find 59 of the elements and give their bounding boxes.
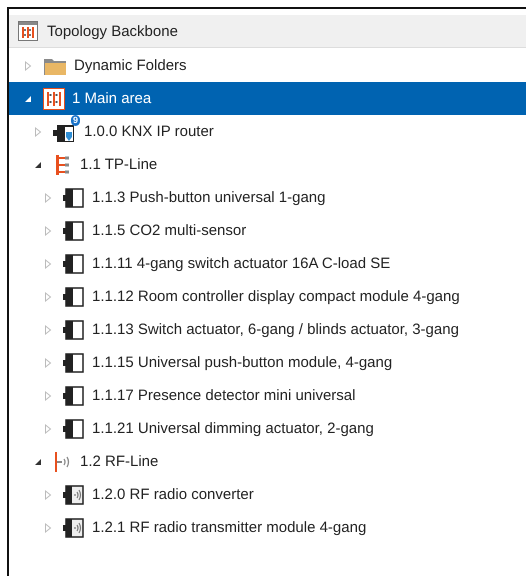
tree-item-label: 1.1.13 Switch actuator, 6-gang / blinds actuator, 3-gang (92, 321, 459, 338)
expand-arrow-icon[interactable] (43, 292, 53, 302)
area-icon (43, 88, 65, 110)
device-icon (63, 320, 85, 340)
tree-item[interactable]: 1.1.15 Universal push-button module, 4-gang (9, 346, 526, 379)
expand-arrow-icon[interactable] (43, 424, 53, 434)
device-icon (63, 188, 85, 208)
tree-item-label: 1.1.5 CO2 multi-sensor (92, 222, 246, 239)
tree-item-label: 1.1.17 Presence detector mini universal (92, 387, 356, 404)
radio-device-icon (63, 484, 85, 504)
tree-item[interactable]: 1.1.17 Presence detector mini universal (9, 379, 526, 412)
device-icon (63, 286, 85, 306)
collapse-arrow-icon[interactable] (23, 94, 33, 104)
tree-item[interactable]: 1.1.21 Universal dimming actuator, 2-gang (9, 412, 526, 445)
expand-arrow-icon[interactable] (33, 126, 43, 136)
tree-item[interactable]: 1 Main area (9, 82, 526, 115)
device-icon (63, 386, 85, 406)
collapse-arrow-icon[interactable] (33, 160, 43, 170)
device-icon (63, 220, 85, 240)
tree-item[interactable]: 1.1.13 Switch actuator, 6-gang / blinds actuator, 3-gang (9, 313, 526, 346)
tree-item[interactable]: 1.2.0 RF radio converter (9, 478, 526, 511)
tree-item[interactable]: 1.1.11 4-gang switch actuator 16A C-load SE (9, 247, 526, 280)
tree-item[interactable]: 1.2.1 RF radio transmitter module 4-gang (9, 511, 526, 544)
tree-item-label: 1 Main area (72, 90, 152, 107)
tree-item-label: Dynamic Folders (74, 57, 187, 74)
tree-item-label: 1.2.1 RF radio transmitter module 4-gang (92, 519, 366, 536)
tree-item-label: 1.2 RF-Line (80, 453, 158, 470)
device-icon (63, 352, 85, 372)
tree-item[interactable]: 9 1.0.0 KNX IP router (9, 115, 526, 148)
collapse-arrow-icon[interactable] (33, 456, 43, 466)
tree-item-label: 1.1.15 Universal push-button module, 4-gang (92, 354, 392, 371)
tree-item-label: 1.2.0 RF radio converter (92, 486, 254, 503)
expand-arrow-icon[interactable] (43, 358, 53, 368)
tree-item[interactable]: 1.1 TP-Line (9, 148, 526, 181)
tree-item-label: 1.1.21 Universal dimming actuator, 2-gang (92, 420, 374, 437)
device-icon (63, 418, 85, 438)
tree-item[interactable]: 1.1.3 Push-button universal 1-gang (9, 181, 526, 214)
expand-arrow-icon[interactable] (43, 490, 53, 500)
tree-item-label: 1.1 TP-Line (80, 156, 158, 173)
tree-item[interactable]: 1.1.12 Room controller display compact module 4-gang (9, 280, 526, 313)
tree-item-label: 1.1.11 4-gang switch actuator 16A C-load SE (92, 255, 390, 272)
tree-item[interactable]: 1.1.5 CO2 multi-sensor (9, 214, 526, 247)
expand-arrow-icon[interactable] (23, 60, 33, 70)
tree-item-label: 1.0.0 KNX IP router (84, 123, 214, 140)
panel-title: Topology Backbone (47, 22, 178, 40)
tree-item-label: 1.1.12 Room controller display compact module 4-gang (92, 288, 460, 305)
expand-arrow-icon[interactable] (43, 192, 53, 202)
expand-arrow-icon[interactable] (43, 390, 53, 400)
radio-device-icon (63, 518, 85, 538)
expand-arrow-icon[interactable] (43, 258, 53, 268)
count-badge: 9 (70, 114, 80, 126)
expand-arrow-icon[interactable] (43, 226, 53, 236)
expand-arrow-icon[interactable] (43, 522, 53, 532)
topology-icon (18, 21, 38, 41)
tree-item-label: 1.1.3 Push-button universal 1-gang (92, 189, 326, 206)
expand-arrow-icon[interactable] (43, 324, 53, 334)
tree-item[interactable]: Dynamic Folders (9, 49, 526, 82)
device-icon (63, 254, 85, 274)
tree-item[interactable]: 1.2 RF-Line (9, 445, 526, 478)
